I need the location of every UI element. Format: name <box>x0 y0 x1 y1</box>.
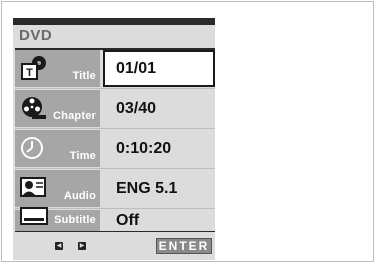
clock-icon <box>21 137 43 159</box>
chapter-label: Chapter <box>53 110 96 122</box>
time-value-box[interactable]: 0:10:20 <box>103 130 215 167</box>
chapter-value: 03/40 <box>116 100 157 117</box>
time-value: 0:10:20 <box>116 140 172 157</box>
svg-text:T: T <box>26 67 33 79</box>
subtitle-label-box: Subtitle <box>15 207 100 231</box>
menu-row-chapter[interactable]: Chapter 03/40 <box>15 90 215 127</box>
time-label-box: Time <box>15 130 100 167</box>
subtitle-screen-icon <box>20 207 48 225</box>
right-arrow-icon[interactable]: ▶ <box>78 242 86 250</box>
title-label: Title <box>72 70 96 82</box>
subtitle-value-box[interactable]: Off <box>103 210 215 231</box>
menu-top-bar <box>13 18 215 25</box>
title-disc-icon: T <box>21 56 46 80</box>
chapter-value-box[interactable]: 03/40 <box>103 90 215 127</box>
subtitle-value: Off <box>116 212 140 229</box>
row-divider <box>15 88 215 89</box>
subtitle-label: Subtitle <box>54 214 96 226</box>
row-divider <box>15 128 215 129</box>
left-arrow-icon[interactable]: ◀ <box>55 242 63 250</box>
title-label-box: T Title <box>15 50 100 87</box>
title-value-box[interactable]: 01/01 <box>103 50 215 87</box>
enter-button[interactable]: ENTER <box>156 238 212 254</box>
dvd-info-menu: DVD T Title 01/01 Chapter 03/40 Time 0:1… <box>13 18 215 260</box>
row-divider <box>15 168 215 169</box>
menu-row-time[interactable]: Time 0:10:20 <box>15 130 215 167</box>
menu-row-title[interactable]: T Title 01/01 <box>15 50 215 87</box>
chapter-film-icon <box>22 97 46 119</box>
title-value: 01/01 <box>116 60 157 77</box>
chapter-label-box: Chapter <box>15 90 100 127</box>
menu-row-subtitle[interactable]: Subtitle Off <box>15 194 215 231</box>
menu-header: DVD <box>19 27 53 44</box>
menu-footer: ◀ ▶ ENTER <box>15 232 215 260</box>
time-label: Time <box>69 150 96 162</box>
